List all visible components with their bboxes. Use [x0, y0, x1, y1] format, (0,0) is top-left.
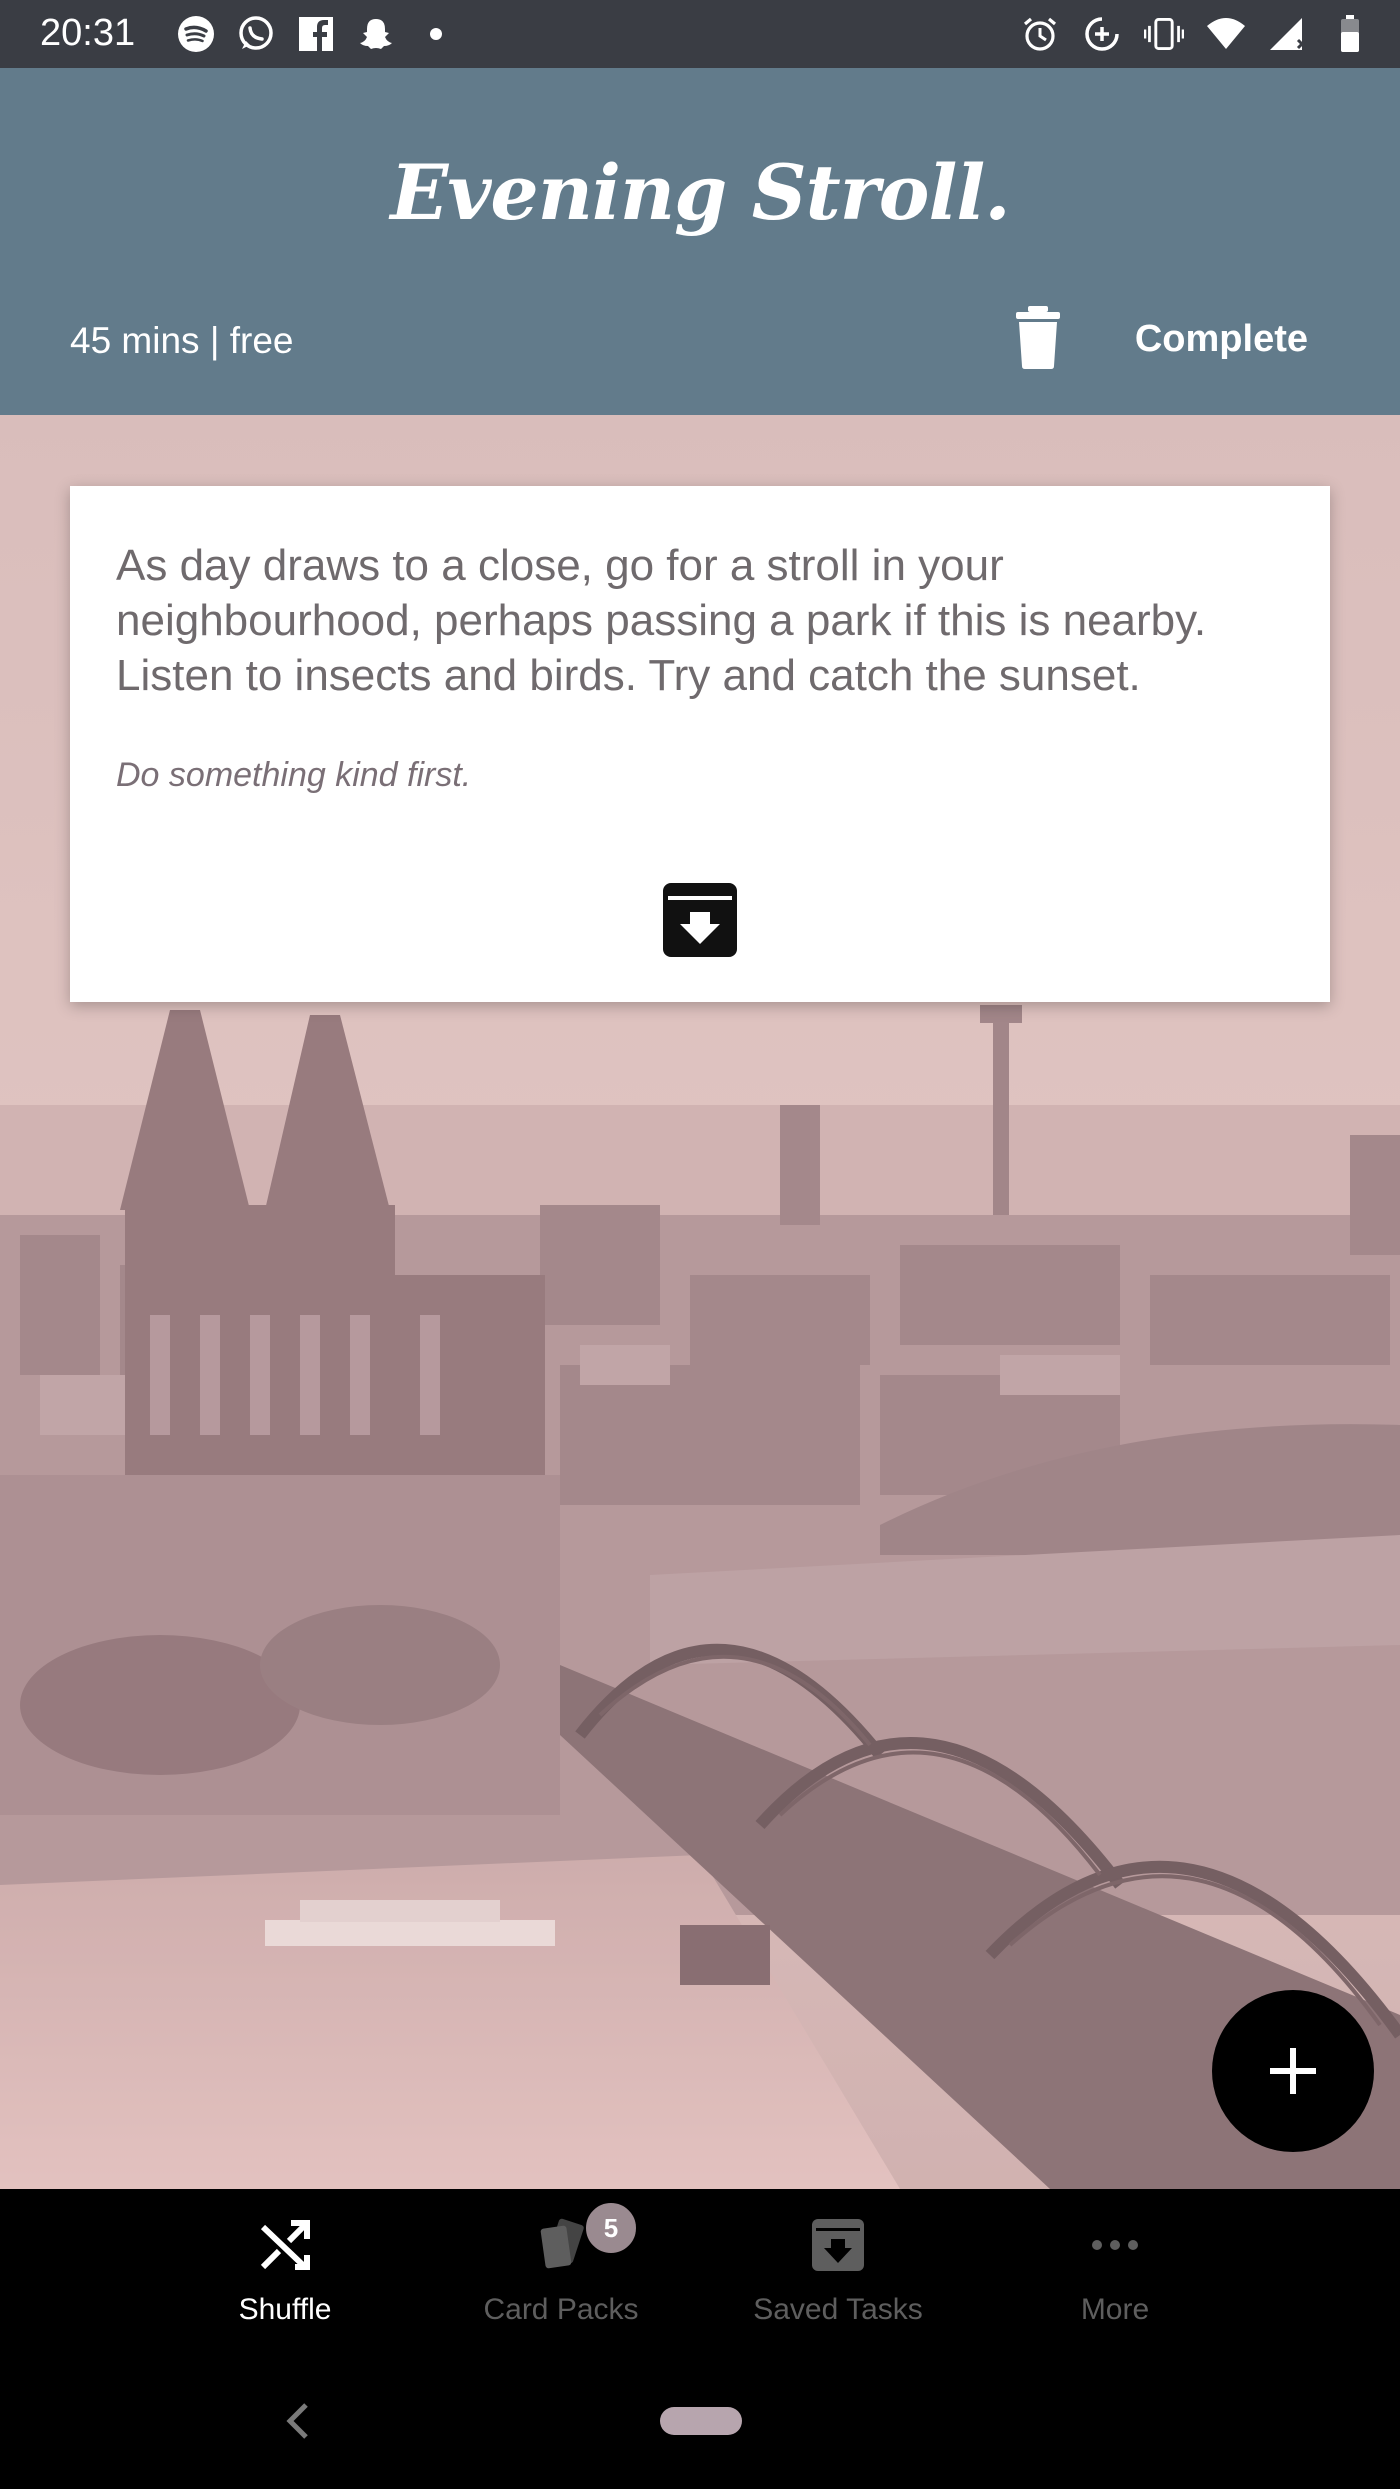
- complete-button[interactable]: Complete: [1135, 318, 1308, 361]
- nav-shuffle[interactable]: Shuffle: [146, 2189, 424, 2329]
- task-card: As day draws to a close, go for a stroll…: [70, 486, 1330, 1002]
- wifi-icon: [1206, 14, 1246, 54]
- task-hint: Do something kind first.: [116, 756, 472, 794]
- battery-icon: [1330, 14, 1370, 54]
- whatsapp-icon: [236, 14, 276, 54]
- status-time: 20:31: [40, 12, 136, 54]
- nav-shuffle-label: Shuffle: [238, 2293, 332, 2326]
- vibrate-icon: [1144, 14, 1184, 54]
- task-duration-cost: 45 mins | free: [70, 320, 294, 361]
- dot-icon: [416, 14, 456, 54]
- card-packs-badge: 5: [584, 2201, 638, 2255]
- nav-saved-tasks[interactable]: Saved Tasks: [699, 2189, 977, 2329]
- signal-icon: [1268, 14, 1308, 54]
- data-saver-icon: [1082, 14, 1122, 54]
- nav-card-packs-label: Card Packs: [483, 2293, 639, 2326]
- nav-card-packs[interactable]: Card Packs: [422, 2189, 700, 2329]
- shuffle-icon: [255, 2215, 315, 2275]
- plus-icon: [1270, 2048, 1316, 2094]
- spotify-icon: [176, 14, 216, 54]
- nav-more[interactable]: More: [976, 2189, 1254, 2329]
- alarm-icon: [1020, 14, 1060, 54]
- snapchat-icon: [356, 14, 396, 54]
- facebook-icon: [296, 14, 336, 54]
- more-dots-icon: [1085, 2215, 1145, 2275]
- archive-icon: [808, 2215, 868, 2275]
- bottom-navigation: Shuffle Card Packs Saved Tasks More: [0, 2189, 1400, 2329]
- task-description: As day draws to a close, go for a stroll…: [116, 541, 1207, 700]
- task-header: Evening Stroll. 45 mins | free Complete: [0, 68, 1400, 415]
- system-navigation-bar: [0, 2329, 1400, 2489]
- cards-icon: [531, 2215, 591, 2275]
- archive-download-icon[interactable]: [662, 882, 738, 958]
- status-bar: 20:31: [0, 0, 1400, 68]
- nav-saved-tasks-label: Saved Tasks: [753, 2293, 923, 2326]
- task-title: Evening Stroll.: [390, 148, 1010, 237]
- back-icon[interactable]: [280, 2401, 316, 2441]
- nav-more-label: More: [1080, 2293, 1150, 2326]
- home-pill[interactable]: [660, 2407, 742, 2435]
- trash-icon[interactable]: [1010, 304, 1066, 370]
- add-task-button[interactable]: [1212, 1990, 1374, 2152]
